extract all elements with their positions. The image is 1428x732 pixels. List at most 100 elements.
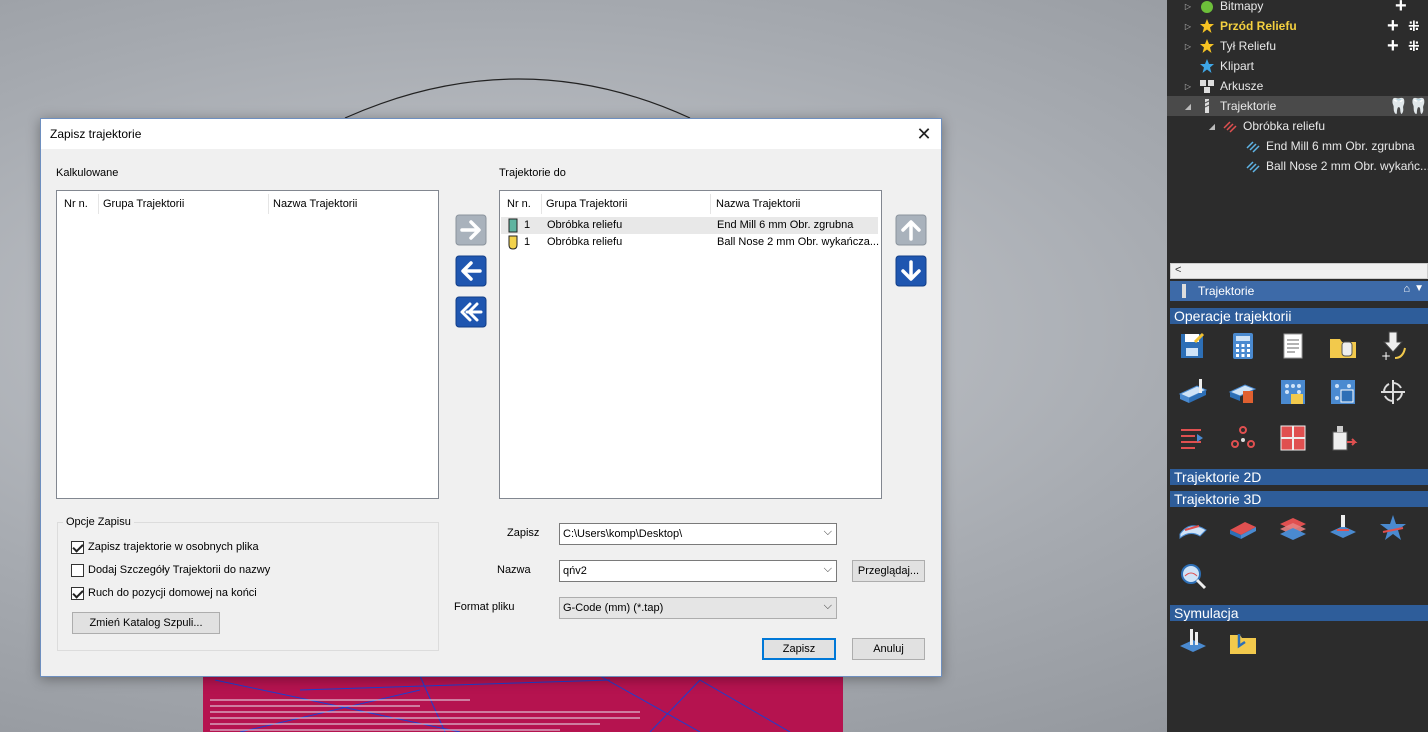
calculated-toolpaths-list[interactable]: Nr n. Grupa Trajektorii Nazwa Trajektori…	[56, 190, 439, 499]
chevron-down-icon[interactable]: ⌵	[824, 600, 832, 613]
panel-title: Trajektorie	[1198, 284, 1255, 298]
add-details-checkbox[interactable]	[71, 563, 84, 577]
tree-item-back-relief[interactable]: ▷ Tył Reliefu + ⁜	[1167, 36, 1428, 56]
tree-item-bitmaps[interactable]: ▷ Bitmapy +	[1167, 0, 1428, 16]
browse-button[interactable]: Przeglądaj...	[852, 560, 925, 582]
tree-horizontal-scrollbar[interactable]: <	[1170, 263, 1428, 279]
column-header-group[interactable]: Grupa Trajektorii	[103, 198, 184, 210]
3d-inspect-icon[interactable]	[1177, 560, 1209, 592]
option-label: Dodaj Szczegóły Trajektorii do nazwy	[88, 564, 271, 576]
expand-icon[interactable]: ▷	[1183, 42, 1193, 51]
save-in-dropdown[interactable]: C:\Users\komp\Desktop\ ⌵	[559, 523, 837, 545]
expand-icon[interactable]: ▷	[1183, 22, 1193, 31]
3d-profile-icon[interactable]	[1327, 512, 1359, 544]
target-label: Trajektorie do	[499, 167, 566, 179]
section-simulation[interactable]: Symulacja	[1170, 605, 1428, 621]
table-row[interactable]: 1 Obróbka reliefu End Mill 6 mm Obr. zgr…	[501, 217, 878, 234]
dropdown-icon[interactable]: ▼	[1414, 283, 1424, 294]
arrow-right-icon	[455, 214, 487, 246]
drill-bit-icon	[1182, 284, 1186, 298]
move-down-button[interactable]	[895, 255, 927, 287]
tree-item-relief-machining[interactable]: ◢ Obróbka reliefu	[1167, 116, 1428, 136]
calculated-label: Kalkulowane	[56, 167, 119, 179]
chevron-down-icon[interactable]: ⌵	[824, 526, 832, 539]
row-nr: 1	[524, 219, 531, 231]
add-icon[interactable]: +	[1395, 0, 1407, 16]
add-icon[interactable]: +	[1387, 36, 1399, 56]
tooth-outline-icon[interactable]: 🦷	[1389, 97, 1408, 115]
name-input[interactable]: qńv2 ⌵	[559, 560, 837, 582]
save-toolpaths-dialog: Zapisz trajektorie ✕ Kalkulowane Trajekt…	[40, 118, 942, 677]
collapse-icon[interactable]: ◢	[1207, 122, 1217, 131]
tree-item-label: Klipart	[1220, 59, 1255, 73]
transform-icon[interactable]	[1377, 376, 1409, 408]
grid-add-icon[interactable]: ⁜	[1408, 38, 1420, 54]
option-add-details[interactable]: Dodaj Szczegóły Trajektorii do nazwy	[71, 562, 270, 578]
tree-item-ball-nose[interactable]: Ball Nose 2 mm Obr. wykańc...	[1167, 156, 1428, 176]
close-icon[interactable]: ✕	[913, 123, 935, 145]
save-button[interactable]: Zapisz	[762, 638, 836, 660]
bitmap-icon	[1201, 1, 1213, 13]
tree-item-toolpaths[interactable]: ◢ Trajektorie 🦷 🦷	[1167, 96, 1428, 116]
pin-icon[interactable]: ⌂	[1403, 283, 1410, 295]
expand-icon[interactable]: ▷	[1183, 82, 1193, 91]
option-home-move[interactable]: Ruch do pozycji domowej na końci	[71, 585, 257, 601]
add-icon[interactable]: +	[1387, 16, 1399, 36]
option-separate-files[interactable]: Zapisz trajektorie w osobnych plika	[71, 539, 259, 555]
section-toolpath-operations[interactable]: Operacje trajektorii	[1170, 308, 1428, 324]
scroll-left-arrow[interactable]: <	[1175, 264, 1181, 276]
move-all-left-button[interactable]	[455, 296, 487, 328]
tree-item-label: Przód Reliefu	[1220, 19, 1297, 33]
row-group: Obróbka reliefu	[547, 236, 623, 248]
table-row[interactable]: 1 Obróbka reliefu Ball Nose 2 mm Obr. wy…	[501, 234, 879, 251]
section-toolpaths-3d[interactable]: Trajektorie 3D	[1170, 491, 1428, 507]
material-setup-icon[interactable]	[1177, 376, 1209, 408]
column-header-name[interactable]: Nazwa Trajektorii	[716, 198, 800, 210]
merge-toolpaths-icon[interactable]	[1177, 422, 1209, 454]
nesting-icon[interactable]	[1277, 422, 1309, 454]
section-toolpaths-2d[interactable]: Trajektorie 2D	[1170, 469, 1428, 485]
save-toolpaths-icon[interactable]	[1177, 330, 1209, 362]
cancel-button[interactable]: Anuluj	[852, 638, 925, 660]
move-right-button[interactable]	[455, 214, 487, 246]
tool-database-icon[interactable]	[1327, 330, 1359, 362]
separate-files-checkbox[interactable]	[71, 540, 84, 554]
tree-item-end-mill[interactable]: End Mill 6 mm Obr. zgrubna	[1167, 136, 1428, 156]
tree-item-sheets[interactable]: ▷ Arkusze	[1167, 76, 1428, 96]
3d-roughing-icon[interactable]	[1177, 512, 1209, 544]
column-header-nr[interactable]: Nr n.	[507, 198, 531, 210]
collapse-icon[interactable]: ◢	[1183, 102, 1193, 111]
tooth-icon[interactable]: 🦷	[1409, 97, 1428, 115]
calculator-icon[interactable]	[1227, 330, 1259, 362]
file-format-dropdown[interactable]: G-Code (mm) (*.tap) ⌵	[559, 597, 837, 619]
tree-item-clipart[interactable]: Klipart	[1167, 56, 1428, 76]
column-header-group[interactable]: Grupa Trajektorii	[546, 198, 627, 210]
material-clear-icon[interactable]	[1227, 376, 1259, 408]
fixture-grid-icon[interactable]	[1277, 376, 1309, 408]
tree-item-front-relief[interactable]: ▷ Przód Reliefu + ⁜	[1167, 16, 1428, 36]
row-nr: 1	[524, 236, 531, 248]
column-header-name[interactable]: Nazwa Trajektorii	[273, 198, 357, 210]
3d-layered-icon[interactable]	[1277, 512, 1309, 544]
set-home-icon[interactable]: +	[1377, 330, 1409, 362]
chevron-down-icon[interactable]: ⌵	[824, 563, 832, 576]
home-move-checkbox[interactable]	[71, 586, 84, 600]
tool-change-icon[interactable]	[1327, 422, 1359, 454]
simulation-folder-icon[interactable]	[1227, 626, 1259, 658]
target-toolpaths-list[interactable]: Nr n. Grupa Trajektorii Nazwa Trajektori…	[499, 190, 882, 499]
change-spool-folder-button[interactable]: Zmień Katalog Szpuli...	[72, 612, 220, 634]
toolpath-icon	[1246, 161, 1260, 173]
column-header-nr[interactable]: Nr n.	[64, 198, 88, 210]
drilling-points-icon[interactable]	[1227, 422, 1259, 454]
expand-icon[interactable]: ▷	[1183, 2, 1193, 11]
move-up-button[interactable]	[895, 214, 927, 246]
3d-finishing-icon[interactable]	[1227, 512, 1259, 544]
3d-star-machining-icon[interactable]	[1377, 512, 1409, 544]
simulate-toolpath-icon[interactable]	[1177, 626, 1209, 658]
toolpath-group-icon	[1223, 121, 1237, 133]
move-left-button[interactable]	[455, 255, 487, 287]
row-name: Ball Nose 2 mm Obr. wykańcza...	[717, 236, 879, 248]
grid-add-icon[interactable]: ⁜	[1408, 18, 1420, 34]
fixture-save-icon[interactable]	[1327, 376, 1359, 408]
toolpath-summary-icon[interactable]	[1277, 330, 1309, 362]
